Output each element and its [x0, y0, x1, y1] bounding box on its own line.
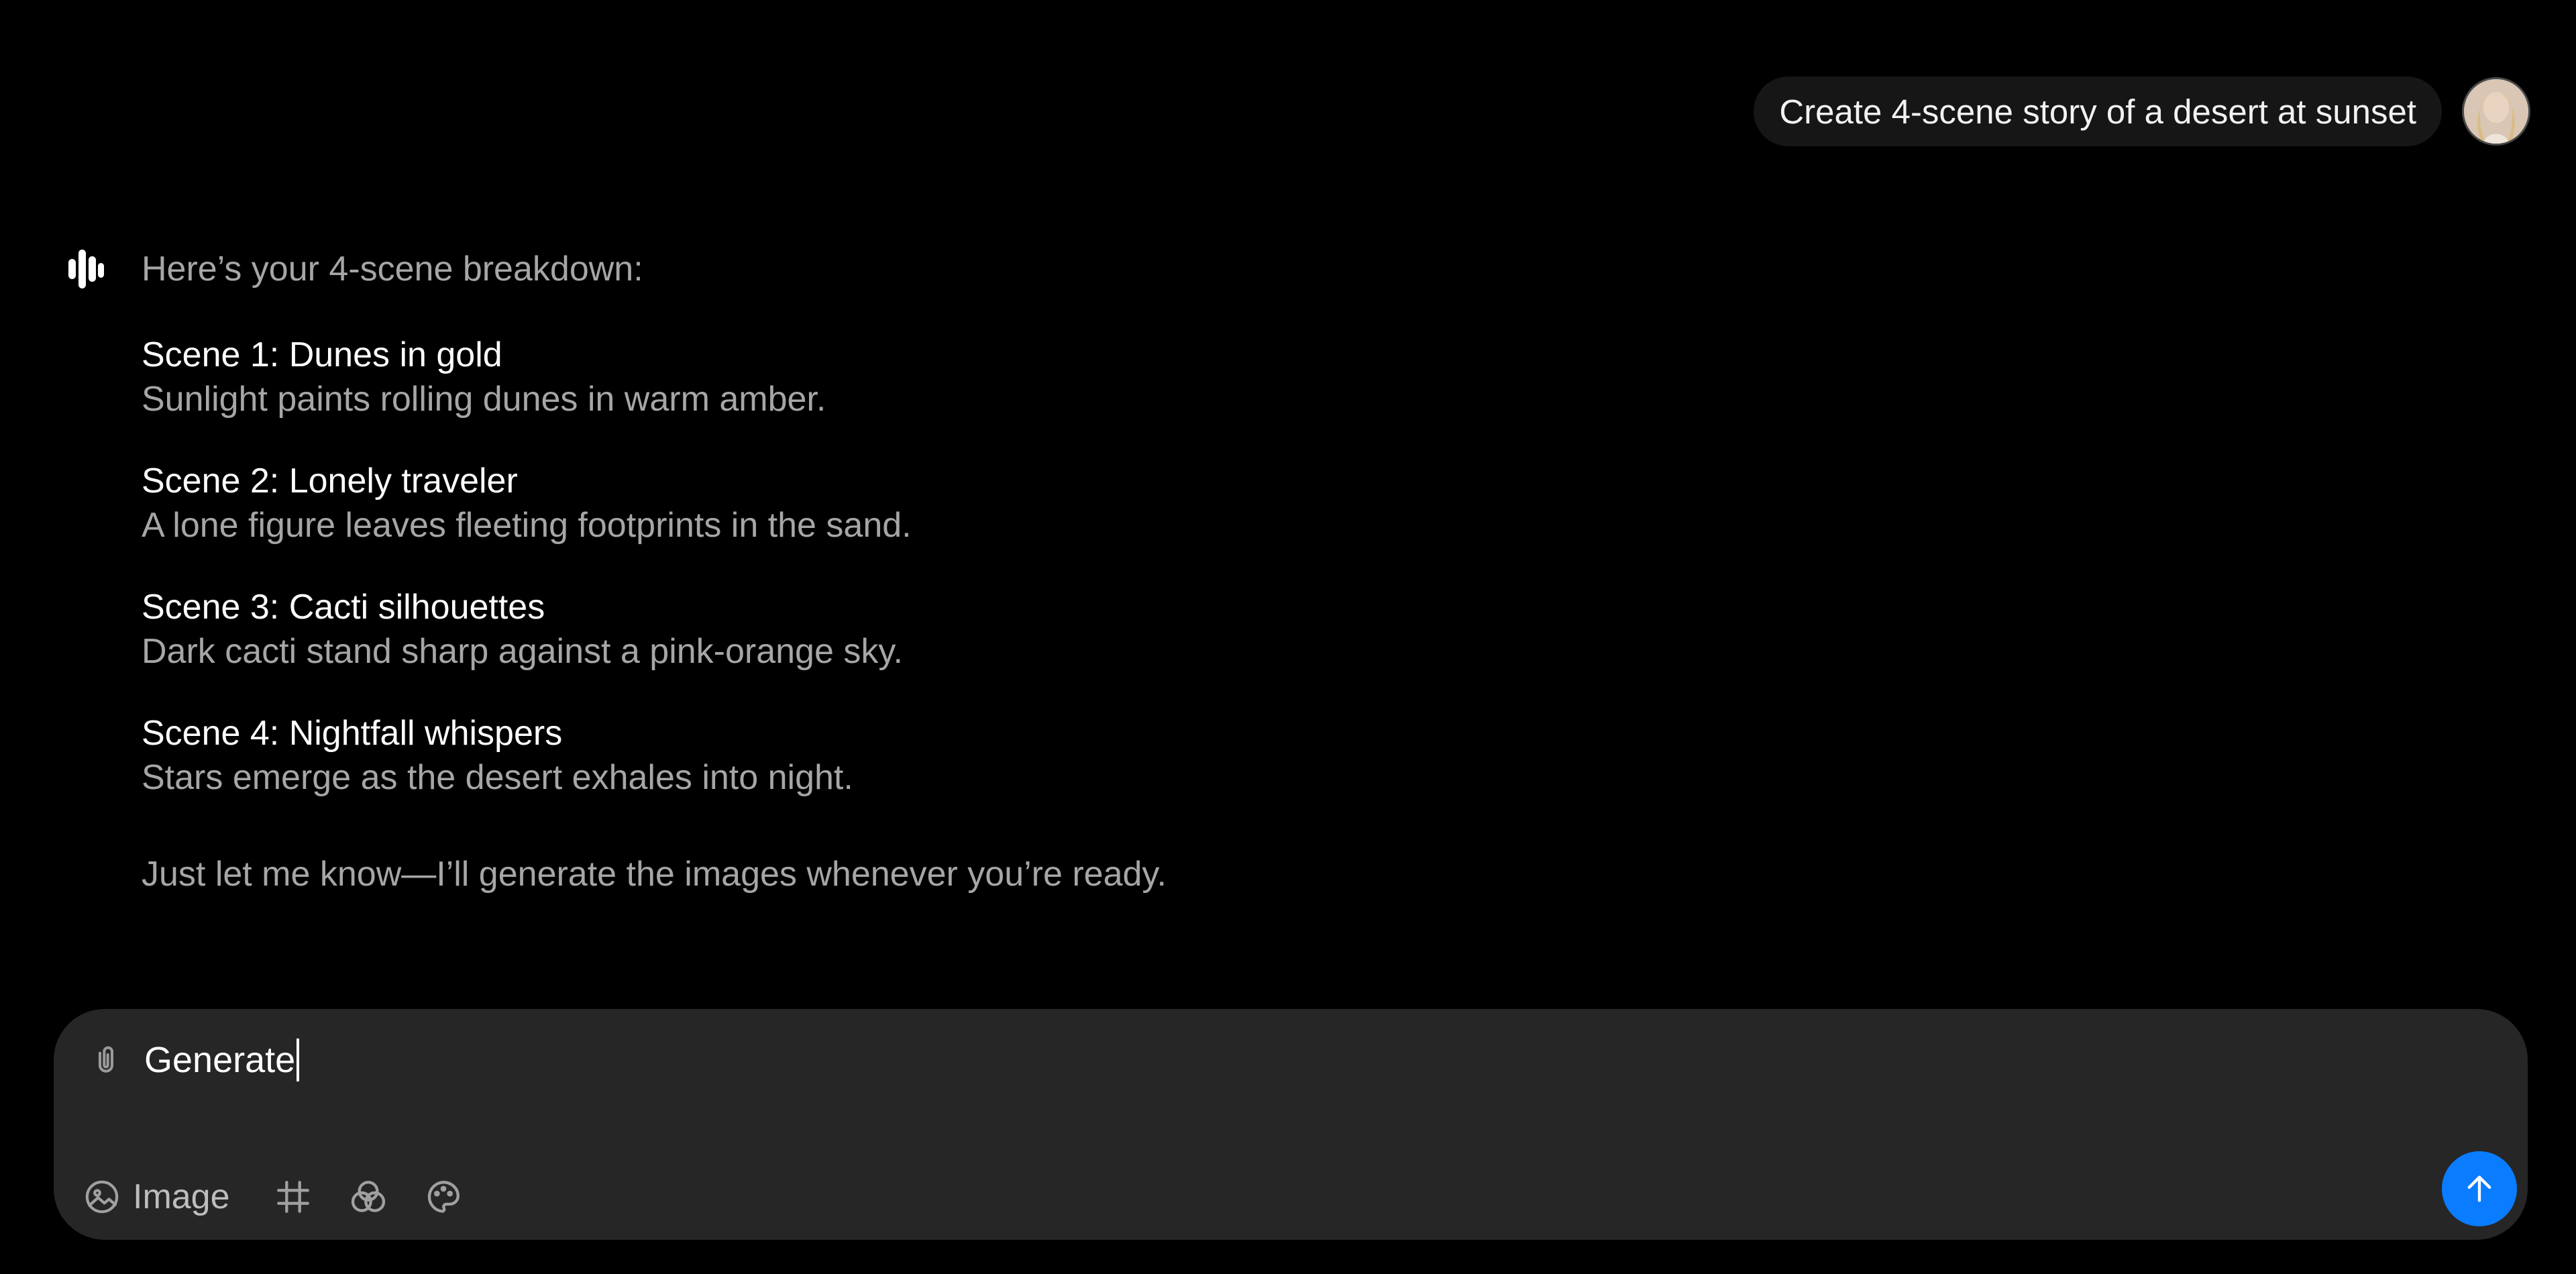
palette-button[interactable]: [419, 1173, 468, 1221]
attach-button[interactable]: [86, 1037, 126, 1084]
scene-title: Scene 1: Dunes in gold: [142, 335, 502, 374]
assistant-outro: Just let me know—I’ll generate the image…: [142, 855, 1167, 894]
assistant-logo-icon: [67, 248, 105, 290]
hash-icon: [276, 1181, 309, 1213]
blend-icon: [351, 1181, 385, 1212]
scene-item: Scene 4: Nightfall whispers Stars emerge…: [142, 711, 2020, 800]
user-message-bubble: Create 4-scene story of a desert at suns…: [1754, 76, 2442, 146]
scene-description: A lone figure leaves fleeting footprints…: [142, 506, 912, 545]
message-composer: Generate Image: [54, 1009, 2528, 1240]
arrow-up-icon: [2467, 1175, 2491, 1202]
frame-button[interactable]: [269, 1173, 317, 1221]
palette-icon: [427, 1181, 460, 1213]
chat-page: Create 4-scene story of a desert at suns…: [0, 0, 2576, 1274]
image-icon: [85, 1180, 119, 1214]
scene-description: Dark cacti stand sharp against a pink-or…: [142, 632, 903, 671]
scene-title: Scene 2: Lonely traveler: [142, 462, 518, 500]
assistant-intro: Here’s your 4-scene breakdown:: [142, 250, 643, 288]
scene-item: Scene 2: Lonely traveler A lone figure l…: [142, 459, 2020, 547]
paperclip-icon: [98, 1046, 114, 1073]
text-caret: [297, 1039, 300, 1081]
user-avatar[interactable]: [2462, 77, 2530, 146]
image-mode-button[interactable]: Image: [83, 1177, 230, 1217]
composer-toolbar: Image: [83, 1170, 494, 1224]
scene-title: Scene 3: Cacti silhouettes: [142, 588, 545, 627]
send-button[interactable]: [2442, 1151, 2517, 1226]
scene-item: Scene 3: Cacti silhouettes Dark cacti st…: [142, 585, 2020, 674]
scene-title: Scene 4: Nightfall whispers: [142, 714, 563, 753]
blend-button[interactable]: [344, 1173, 392, 1221]
prompt-input-text: Generate: [144, 1040, 296, 1080]
scene-description: Stars emerge as the desert exhales into …: [142, 758, 853, 797]
image-mode-label: Image: [133, 1177, 230, 1216]
user-message-row: Create 4-scene story of a desert at suns…: [1754, 76, 2530, 146]
assistant-message: Here’s your 4-scene breakdown: Scene 1: …: [142, 243, 2020, 900]
scene-description: Sunlight paints rolling dunes in warm am…: [142, 380, 826, 419]
scene-item: Scene 1: Dunes in gold Sunlight paints r…: [142, 333, 2020, 421]
prompt-input[interactable]: Generate: [144, 1033, 300, 1087]
